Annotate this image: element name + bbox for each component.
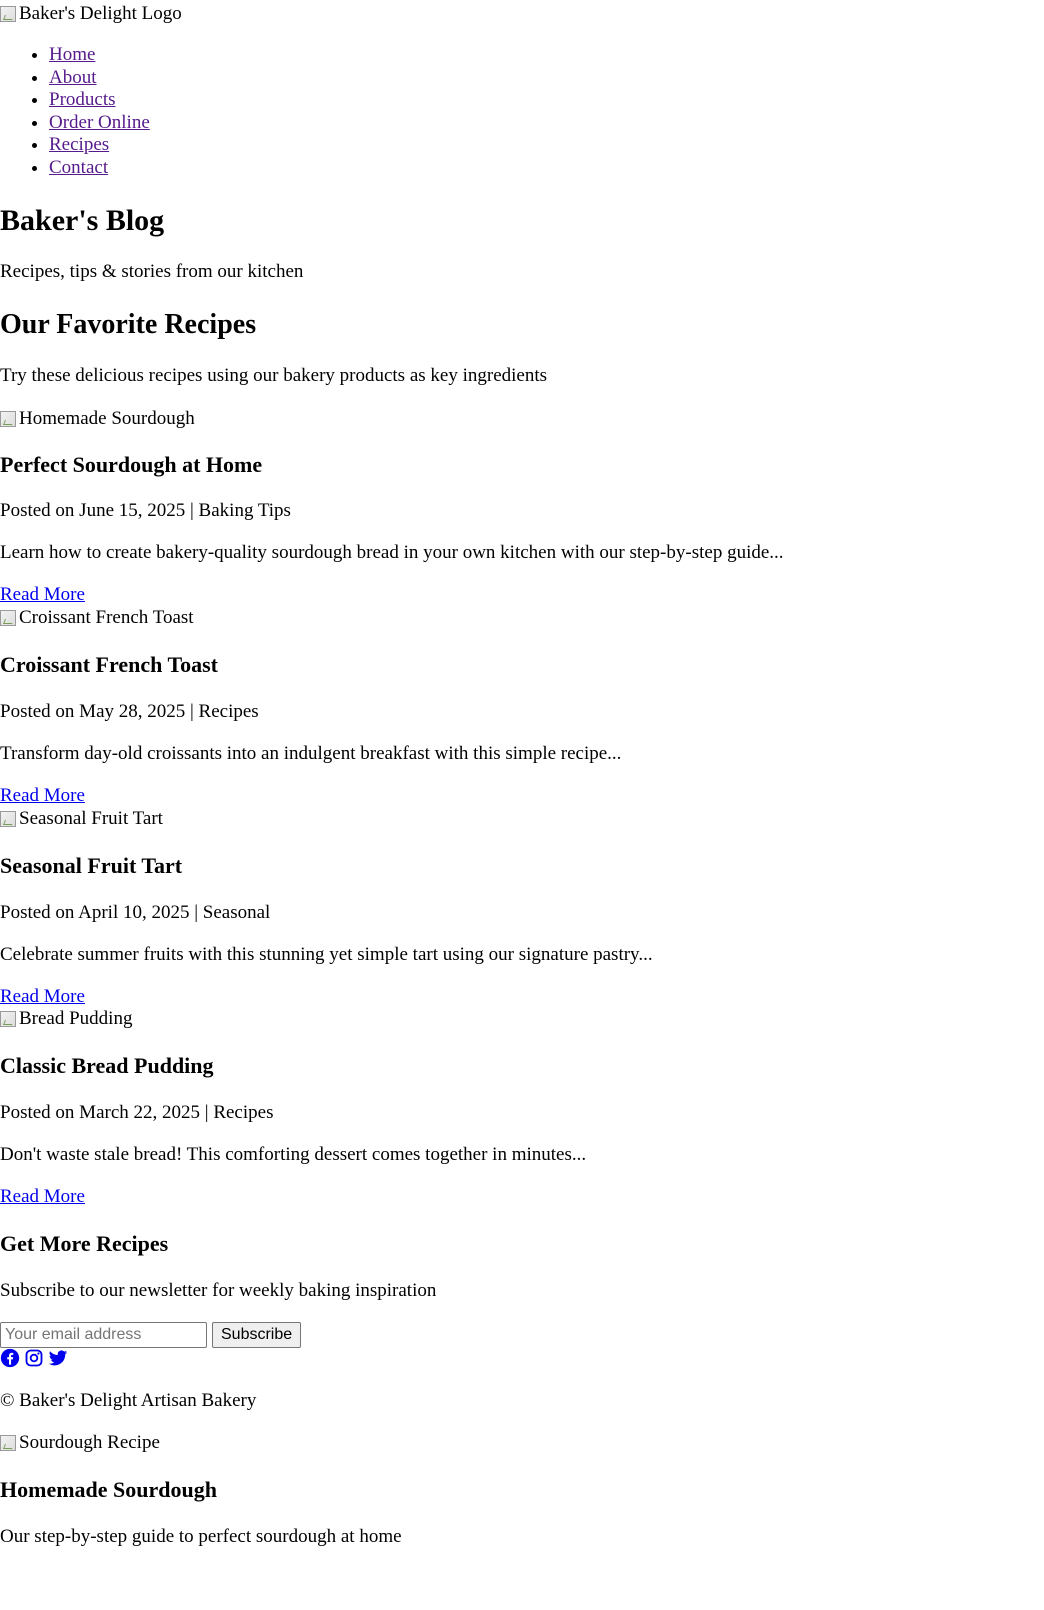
nav-item-about: About (49, 67, 150, 90)
newsletter-title: Get More Recipes (0, 1231, 169, 1256)
post-image: Croissant French Toast (0, 607, 194, 629)
nav-item-home: Home (49, 44, 150, 67)
main-nav: Home About Products Order Online Recipes… (0, 44, 150, 179)
post-image-alt: Bread Pudding (19, 1008, 133, 1030)
post-image-alt: Homemade Sourdough (19, 408, 195, 430)
newsletter-form: Subscribe (0, 1322, 302, 1348)
broken-image-icon (0, 1011, 16, 1027)
section-subtitle: Try these delicious recipes using our ba… (0, 365, 548, 386)
read-more-link[interactable]: Read More (0, 986, 85, 1008)
featured-image-alt: Sourdough Recipe (19, 1432, 160, 1454)
featured-image: Sourdough Recipe (0, 1432, 160, 1454)
post-meta: Posted on June 15, 2025 | Baking Tips (0, 500, 291, 521)
post-excerpt: Transform day-old croissants into an ind… (0, 743, 622, 764)
nav-link-about[interactable]: About (49, 67, 97, 88)
nav-item-order-online: Order Online (49, 112, 150, 135)
post-image: Homemade Sourdough (0, 408, 195, 430)
read-more-link[interactable]: Read More (0, 785, 85, 807)
twitter-icon[interactable] (48, 1348, 68, 1368)
page-title: Baker's Blog (0, 204, 165, 237)
nav-link-order-online[interactable]: Order Online (49, 112, 150, 133)
broken-image-icon (0, 1435, 16, 1451)
nav-link-products[interactable]: Products (49, 89, 116, 110)
nav-item-recipes: Recipes (49, 134, 150, 157)
page-tagline: Recipes, tips & stories from our kitchen (0, 261, 304, 282)
post-image-alt: Croissant French Toast (19, 607, 194, 629)
nav-link-recipes[interactable]: Recipes (49, 134, 109, 155)
post-title: Classic Bread Pudding (0, 1053, 214, 1078)
nav-link-contact[interactable]: Contact (49, 157, 108, 178)
featured-text: Our step-by-step guide to perfect sourdo… (0, 1526, 402, 1547)
post-excerpt: Celebrate summer fruits with this stunni… (0, 944, 653, 965)
facebook-icon[interactable] (0, 1348, 20, 1368)
broken-image-icon (0, 811, 16, 827)
broken-image-icon (0, 610, 16, 626)
post-title: Seasonal Fruit Tart (0, 853, 183, 878)
post-meta: Posted on March 22, 2025 | Recipes (0, 1102, 274, 1123)
featured-title: Homemade Sourdough (0, 1477, 217, 1502)
footer-copyright: © Baker's Delight Artisan Bakery (0, 1390, 257, 1411)
logo-alt-text: Baker's Delight Logo (19, 3, 182, 25)
broken-image-icon (0, 6, 16, 22)
email-input[interactable] (0, 1322, 207, 1348)
post-excerpt: Don't waste stale bread! This comforting… (0, 1144, 587, 1165)
subscribe-button[interactable]: Subscribe (212, 1322, 302, 1348)
post-image: Bread Pudding (0, 1008, 132, 1030)
social-links (0, 1348, 68, 1368)
nav-link-home[interactable]: Home (49, 44, 95, 65)
post-meta: Posted on April 10, 2025 | Seasonal (0, 902, 271, 923)
post-title: Croissant French Toast (0, 652, 219, 677)
post-title: Perfect Sourdough at Home (0, 452, 263, 477)
read-more-link[interactable]: Read More (0, 584, 85, 606)
logo-image: Baker's Delight Logo (0, 3, 182, 25)
newsletter-text: Subscribe to our newsletter for weekly b… (0, 1280, 437, 1301)
post-image-alt: Seasonal Fruit Tart (19, 808, 163, 830)
nav-item-contact: Contact (49, 157, 150, 180)
instagram-icon[interactable] (24, 1348, 44, 1368)
post-image: Seasonal Fruit Tart (0, 808, 163, 830)
read-more-link[interactable]: Read More (0, 1186, 85, 1208)
broken-image-icon (0, 411, 16, 427)
section-title: Our Favorite Recipes (0, 309, 257, 340)
post-excerpt: Learn how to create bakery-quality sourd… (0, 542, 784, 563)
nav-item-products: Products (49, 89, 150, 112)
post-meta: Posted on May 28, 2025 | Recipes (0, 701, 259, 722)
